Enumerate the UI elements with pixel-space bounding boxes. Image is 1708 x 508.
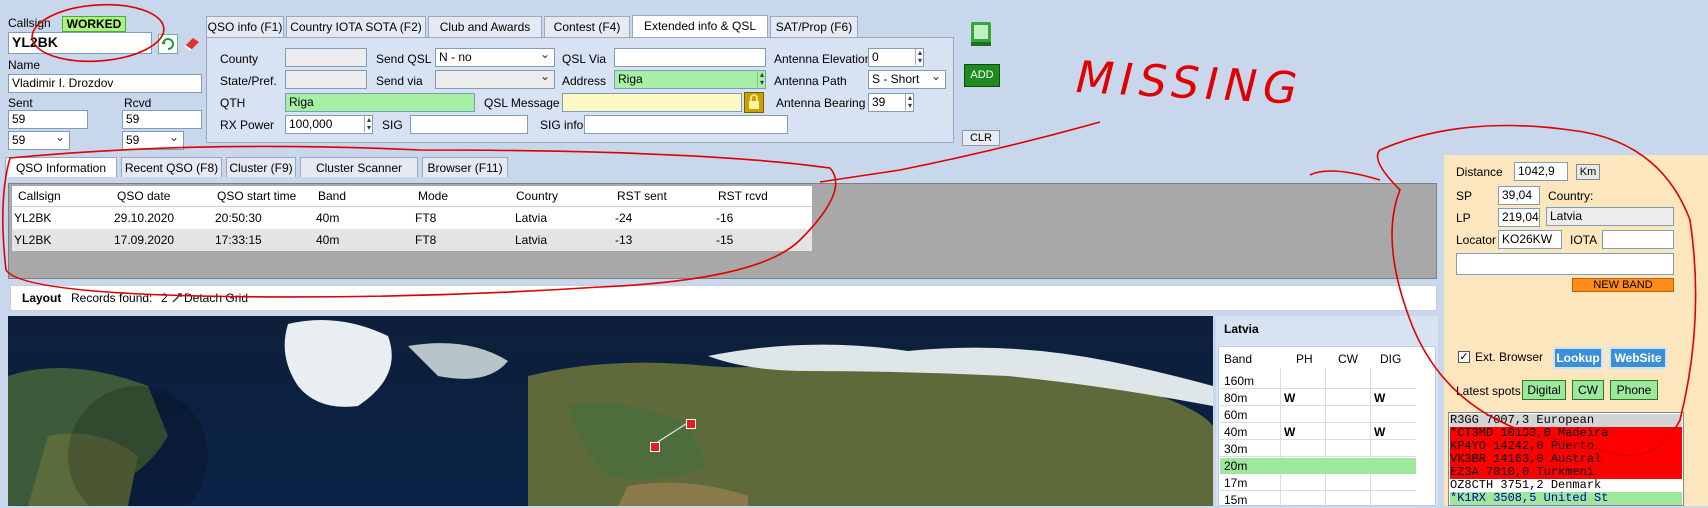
annotation-overlay <box>2 3 1697 457</box>
